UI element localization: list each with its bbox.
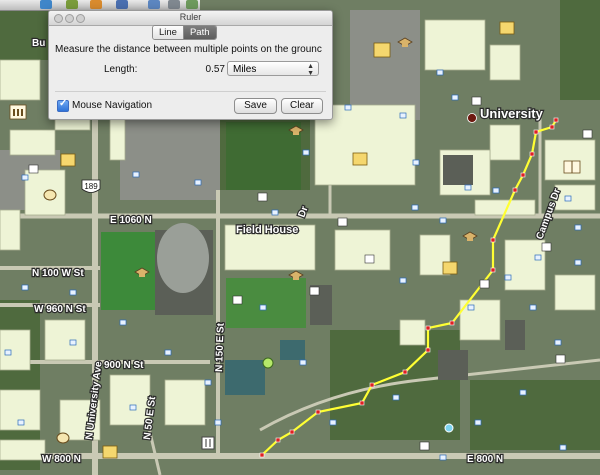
overlay-icon[interactable] [90, 0, 102, 9]
label-bu-fragment: Bu [32, 38, 45, 49]
tab-path[interactable]: Path [183, 26, 216, 39]
route-189-shield: 189 [81, 179, 101, 193]
globe-icon[interactable] [40, 0, 52, 9]
sidebar-icon[interactable] [116, 0, 128, 9]
divider [55, 91, 326, 92]
ruler-titlebar[interactable]: Ruler [49, 11, 332, 26]
label-street-w800n: W 800 N [42, 454, 81, 465]
length-value: 0.57 [205, 64, 225, 75]
museum-icon [9, 104, 27, 120]
label-street-e1060n: E 1060 N [110, 215, 152, 226]
units-select[interactable]: Miles ▲ ▼ [227, 61, 319, 77]
mouse-navigation-checkbox[interactable]: ✓ [57, 98, 69, 112]
library-icon [373, 42, 391, 58]
ruler-mode-tabs: Line Path [152, 25, 217, 40]
library-icon [352, 152, 368, 166]
route-shield-number: 189 [84, 182, 98, 191]
ruler-title: Ruler [179, 12, 202, 22]
tour-icon[interactable] [66, 0, 78, 9]
checkmark-icon: ✓ [59, 98, 68, 109]
library-icon [499, 21, 515, 35]
label-street-900n: 900 N St [104, 360, 144, 371]
units-selected-value: Miles [233, 64, 257, 75]
save-button[interactable]: Save [234, 98, 277, 114]
label-street-n100w: N 100 W St [32, 268, 84, 279]
label-field-house: Field House [236, 224, 298, 236]
ruler-description: Measure the distance between multiple po… [55, 44, 322, 55]
label-street-n150e: N 150 E St [214, 322, 227, 372]
camel-icon [43, 189, 57, 201]
clear-button[interactable]: Clear [281, 98, 323, 114]
domed-arena [157, 223, 209, 293]
library-icon [102, 445, 118, 459]
library-icon [60, 153, 76, 167]
print-icon[interactable] [168, 0, 180, 9]
updown-arrows-icon: ▲ ▼ [307, 63, 314, 77]
stadium-field [226, 122, 301, 190]
tab-line[interactable]: Line [153, 26, 184, 39]
email-icon[interactable] [148, 0, 160, 9]
ruler-dialog: Ruler Line Path Measure the distance bet… [48, 10, 333, 120]
camel-icon [56, 432, 70, 444]
university-marker-icon [467, 113, 477, 123]
restaurant-icon [201, 436, 215, 450]
flower-icon [262, 357, 274, 369]
label-street-w960n: W 960 N St [34, 304, 86, 315]
user-pin-icon [444, 423, 454, 433]
length-label: Length: [104, 64, 138, 75]
label-street-e800n: E 800 N [467, 454, 503, 465]
image-icon[interactable] [186, 0, 198, 9]
library-icon [442, 261, 458, 275]
mouse-navigation-label: Mouse Navigation [72, 100, 153, 111]
label-university: University [480, 106, 544, 121]
book-icon [563, 160, 581, 174]
